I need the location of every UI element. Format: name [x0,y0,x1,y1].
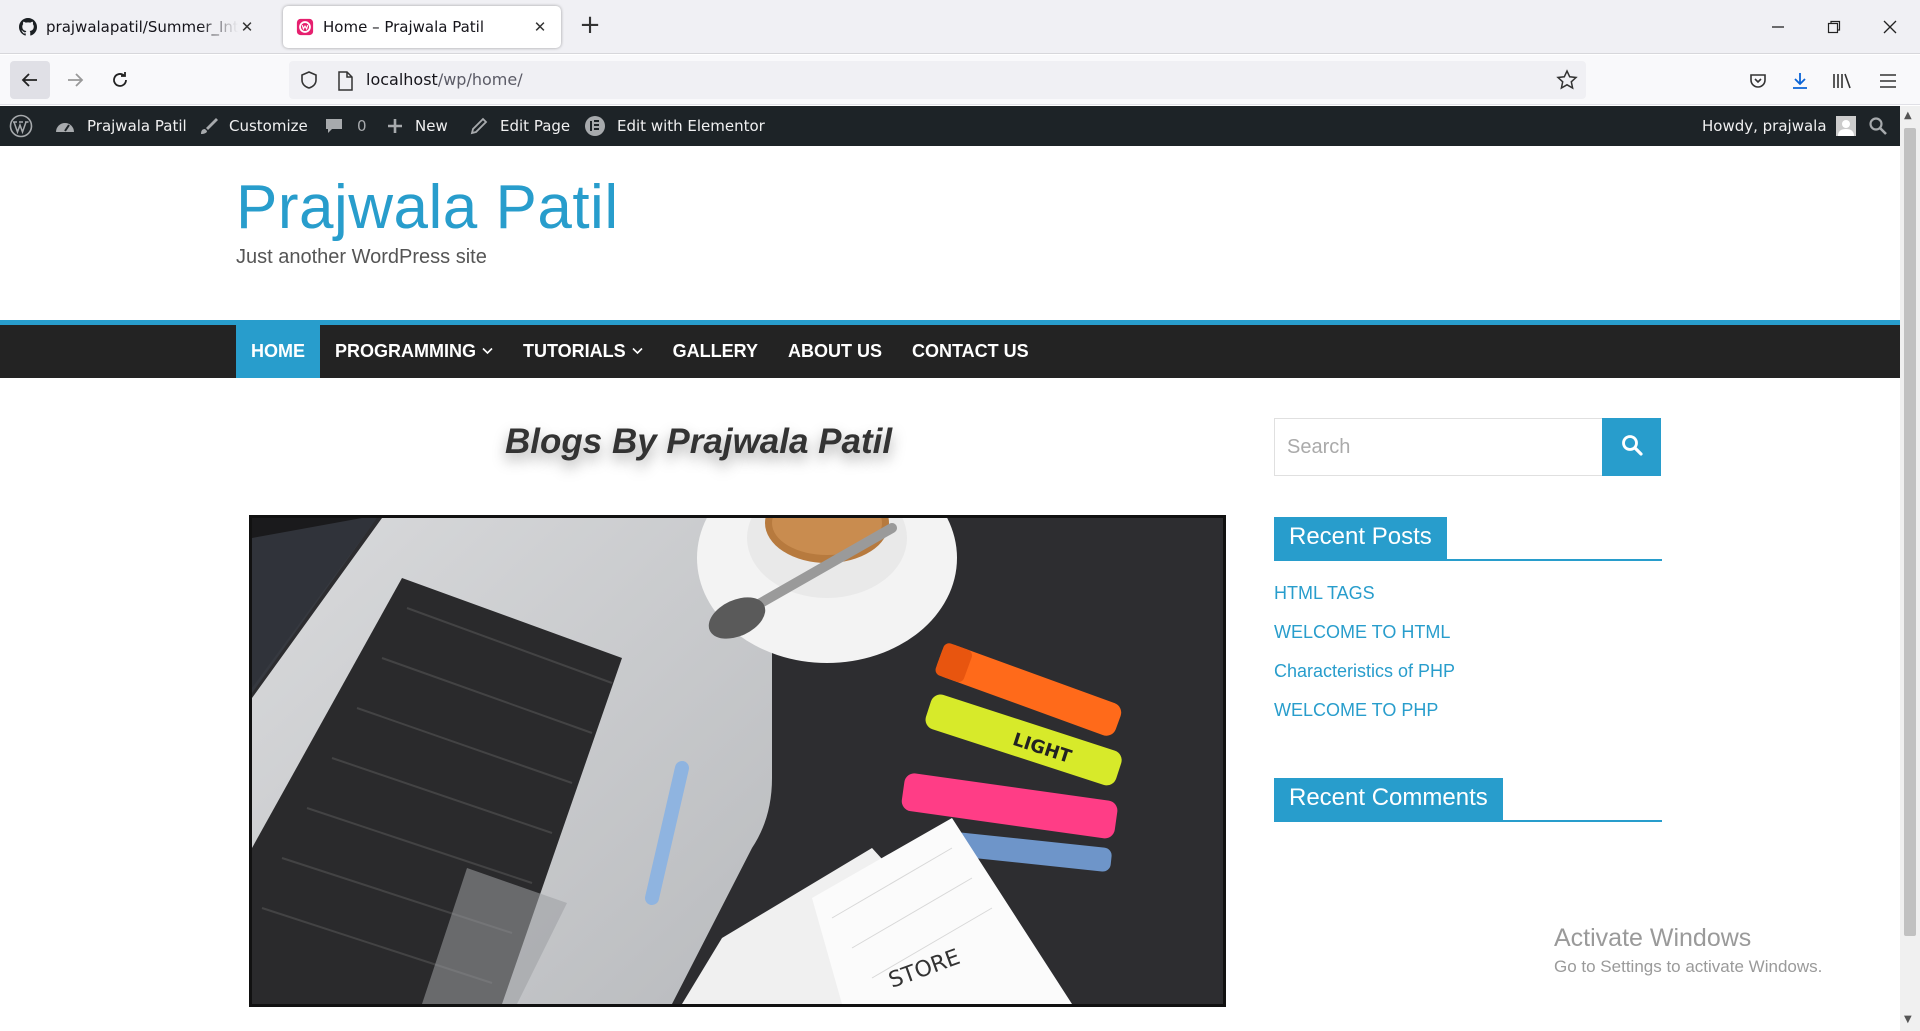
browser-tab-strip: prajwalapatil/Summer_Internship ✕ Home –… [0,0,1920,54]
restore-window-button[interactable] [1814,10,1854,44]
tab-github[interactable]: prajwalapatil/Summer_Internship ✕ [6,6,268,48]
new-label: New [415,117,448,135]
my-account-link[interactable]: Howdy, prajwala [1702,106,1856,146]
menu-hamburger-icon[interactable] [1872,65,1904,97]
page-icon [337,71,353,95]
tab-title: Home – Prajwala Patil [323,18,485,36]
page-scrollbar[interactable]: ▲ ▼ [1900,106,1920,1031]
menu-item-label: HOME [251,341,305,361]
elementor-label: Edit with Elementor [617,117,765,135]
library-icon[interactable] [1826,65,1858,97]
hero-image: LIGHT STORE [249,515,1226,1007]
site-title[interactable]: Prajwala Patil [236,172,619,243]
watermark-line2: Go to Settings to activate Windows. [1554,957,1823,976]
close-window-button[interactable] [1870,10,1910,44]
menu-item-label: CONTACT US [912,341,1029,361]
url-host: localhost [366,70,438,89]
scrollbar-thumb[interactable] [1904,128,1916,936]
scroll-up-arrow-icon[interactable]: ▲ [1904,110,1912,121]
github-icon [18,17,38,37]
pocket-icon[interactable] [1742,65,1774,97]
close-tab-icon[interactable]: ✕ [238,18,256,36]
url-path: /wp/home/ [437,70,523,89]
menu-item-home[interactable]: HOME [236,325,320,378]
back-button[interactable] [10,61,50,99]
admin-search-icon[interactable] [1868,106,1888,146]
recent-posts-widget-title: Recent Posts [1274,517,1662,561]
reload-button[interactable] [100,61,140,99]
site-page: Prajwala Patil Just another WordPress si… [0,146,1900,1031]
menu-item-label: PROGRAMMING [335,341,476,361]
menu-item-label: ABOUT US [788,341,883,361]
search-button[interactable] [1602,418,1661,476]
howdy-label: Howdy, prajwala [1702,117,1827,135]
menu-item-programming[interactable]: PROGRAMMING [320,325,508,378]
recent-post-link[interactable]: WELCOME TO HTML [1274,619,1455,658]
edit-page-link[interactable]: Edit Page [469,106,570,146]
chevron-down-icon [482,346,493,358]
menu-item-contact-us[interactable]: CONTACT US [897,325,1044,378]
pencil-icon [469,116,489,136]
scroll-down-arrow-icon[interactable]: ▼ [1904,1014,1912,1025]
avatar [1835,116,1856,136]
site-name-link[interactable]: Prajwala Patil [54,106,187,146]
shield-icon[interactable] [299,70,319,94]
recent-post-link[interactable]: WELCOME TO PHP [1274,697,1455,736]
new-content-link[interactable]: New [386,106,448,146]
elementor-icon [584,115,606,137]
search-form [1274,418,1662,476]
paintbrush-icon [198,116,218,136]
comments-count: 0 [357,117,367,135]
menu-item-tutorials[interactable]: TUTORIALS [508,325,658,378]
activate-windows-watermark: Activate Windows Go to Settings to activ… [1554,924,1822,977]
recent-post-link[interactable]: HTML TAGS [1274,580,1455,619]
tab-title: prajwalapatil/Summer_Internship [46,18,238,36]
customize-link[interactable]: Customize [198,106,308,146]
wp-admin-bar: Prajwala Patil Customize 0 New Edit Page… [0,106,1900,146]
tab-home[interactable]: Home – Prajwala Patil ✕ [283,6,561,48]
edit-with-elementor-link[interactable]: Edit with Elementor [584,106,765,146]
forward-button[interactable] [55,61,95,99]
page-heading: Blogs By Prajwala Patil [505,422,893,461]
site-name-label: Prajwala Patil [87,117,187,135]
comment-bubble-icon [324,116,344,136]
wordpress-local-icon [295,17,315,37]
downloads-icon[interactable] [1784,65,1816,97]
site-description: Just another WordPress site [236,246,487,268]
dashboard-icon [54,117,76,135]
menu-item-label: GALLERY [672,341,759,361]
recent-posts-title: Recent Posts [1274,517,1447,559]
plus-icon [386,117,404,135]
minimize-window-button[interactable] [1758,10,1798,44]
bookmark-star-icon[interactable] [1556,69,1578,95]
search-input[interactable] [1274,418,1602,476]
menu-item-about-us[interactable]: ABOUT US [773,325,897,378]
recent-posts-list: HTML TAGS WELCOME TO HTML Characteristic… [1274,580,1455,736]
wordpress-logo-icon[interactable] [9,106,33,146]
url-text: localhost/wp/home/ [366,70,523,89]
comments-link[interactable]: 0 [324,106,367,146]
recent-post-link[interactable]: Characteristics of PHP [1274,658,1455,697]
close-tab-icon[interactable]: ✕ [531,18,549,36]
address-bar[interactable]: localhost/wp/home/ [289,61,1586,99]
menu-item-gallery[interactable]: GALLERY [658,325,773,378]
chevron-down-icon [632,346,643,358]
customize-label: Customize [229,117,308,135]
browser-navigation-bar: localhost/wp/home/ [0,55,1920,105]
primary-navigation: HOME PROGRAMMING TUTORIALS GALLERY ABOUT… [0,320,1900,378]
recent-comments-title: Recent Comments [1274,778,1503,820]
new-tab-button[interactable]: + [576,12,604,40]
search-icon [1621,434,1643,460]
edit-page-label: Edit Page [500,117,571,135]
menu-item-label: TUTORIALS [523,341,626,361]
recent-comments-widget-title: Recent Comments [1274,778,1662,822]
watermark-line1: Activate Windows [1554,924,1752,952]
